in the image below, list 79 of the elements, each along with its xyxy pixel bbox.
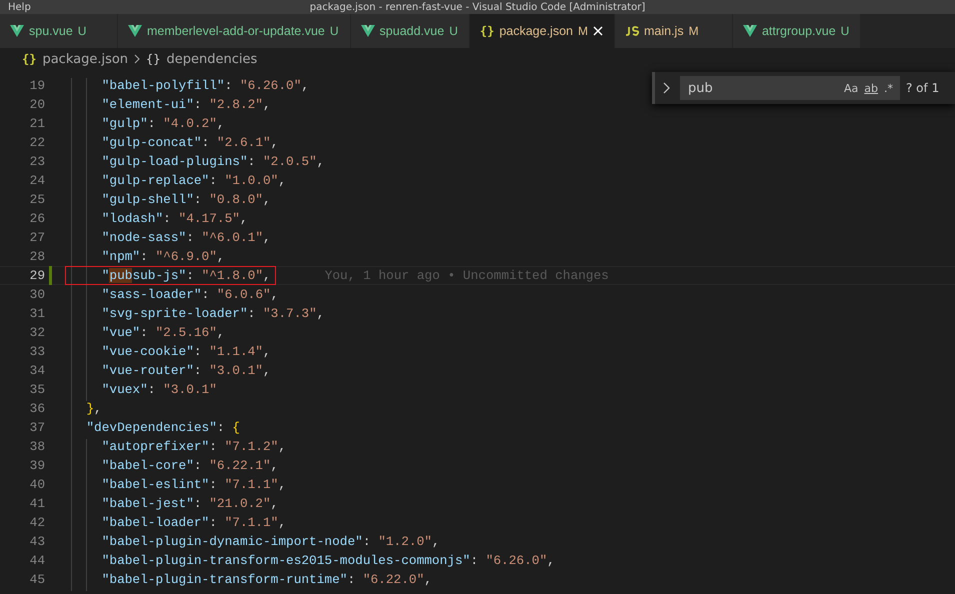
- vue-icon: [10, 25, 24, 37]
- line-number: 38: [28, 439, 45, 454]
- code-line: },: [85, 401, 102, 416]
- line-number: 25: [28, 192, 45, 207]
- code-line: "autoprefixer": "7.1.2",: [100, 439, 286, 454]
- breadcrumb-item[interactable]: package.json: [42, 52, 128, 66]
- line-number: 26: [28, 211, 45, 226]
- code-line: "babel-core": "6.22.1",: [100, 458, 278, 473]
- search-option[interactable]: ab: [861, 82, 881, 94]
- code-line: "gulp-concat": "2.6.1",: [100, 135, 278, 150]
- code-line: "svg-sprite-loader": "3.7.3",: [100, 306, 324, 321]
- line-number: 45: [28, 572, 45, 587]
- editor-tab[interactable]: {} package.json M: [470, 14, 615, 48]
- editor-tab[interactable]: spu.vue U: [0, 14, 118, 48]
- line-number: 40: [28, 477, 45, 492]
- code-line: "gulp-shell": "0.8.0",: [100, 192, 271, 207]
- line-number: 31: [28, 306, 45, 321]
- code-line: "babel-polyfill": "6.26.0",: [100, 78, 310, 93]
- code-line: "babel-plugin-transform-runtime": "6.22.0",: [100, 572, 432, 587]
- editor-tab[interactable]: main.js M: [614, 14, 733, 48]
- line-number: 43: [28, 534, 45, 549]
- braces-icon: {}: [480, 24, 494, 38]
- line-number: 41: [28, 496, 45, 511]
- code-line: "babel-plugin-dynamic-import-node": "1.2.0",: [100, 534, 440, 549]
- code-line: "gulp": "4.0.2",: [100, 116, 225, 131]
- search-option[interactable]: .*: [881, 82, 896, 94]
- line-number: 32: [28, 325, 45, 340]
- line-number: 29: [28, 268, 45, 283]
- js-icon: [624, 26, 639, 36]
- match-count: ? of 1: [906, 81, 940, 95]
- code-line: "gulp-replace": "1.0.0",: [100, 173, 286, 188]
- line-number: 44: [28, 553, 45, 568]
- line-number: 39: [28, 458, 45, 473]
- line-number: 28: [28, 249, 45, 264]
- line-number: 34: [28, 363, 45, 378]
- editor-tab[interactable]: spuadd.vue U: [350, 14, 470, 48]
- editor-tab[interactable]: attrgroup.vue U: [732, 14, 862, 48]
- search-field[interactable]: pub Aa ab .*: [680, 76, 900, 100]
- line-number: 42: [28, 515, 45, 530]
- blame-annotation: You, 1 hour ago • Uncommitted changes: [324, 268, 609, 283]
- code-line: "babel-jest": "21.0.2",: [100, 496, 278, 511]
- line-number: 35: [28, 382, 45, 397]
- vue-icon: [360, 25, 375, 37]
- line-number: 27: [28, 230, 45, 245]
- line-number: 20: [28, 97, 45, 112]
- close-icon[interactable]: [592, 26, 603, 36]
- vue-icon: [128, 25, 142, 37]
- object-icon: {}: [146, 52, 160, 66]
- line-number: 22: [28, 135, 45, 150]
- code-line: "vue-cookie": "1.1.4",: [100, 344, 271, 359]
- code-line: "babel-eslint": "7.1.1",: [100, 477, 286, 492]
- code-line: "babel-plugin-transform-es2015-modules-commonjs": "6.26.0",: [100, 553, 555, 568]
- window-title: package.json - renren-fast-vue - Visual Studio Code [Administrator]: [310, 2, 646, 12]
- line-number: 37: [28, 420, 45, 435]
- code-line: "npm": "^6.9.0",: [100, 249, 225, 264]
- code-line: "devDependencies": {: [85, 420, 240, 435]
- code-line: "sass-loader": "6.0.6",: [100, 287, 278, 302]
- line-number: 36: [28, 401, 45, 416]
- code-line: "vuex": "3.0.1": [100, 382, 217, 397]
- code-line: "vue-router": "3.0.1",: [100, 363, 271, 378]
- line-number: 23: [28, 154, 45, 169]
- breadcrumb-item[interactable]: dependencies: [166, 52, 258, 66]
- code-line: "node-sass": "^6.0.1",: [100, 230, 271, 245]
- code-line: "lodash": "4.17.5",: [100, 211, 248, 226]
- code-line: "gulp-load-plugins": "2.0.5",: [100, 154, 324, 169]
- menu-item[interactable]: Help: [0, 2, 31, 12]
- code-line: "vue": "2.5.16",: [100, 325, 225, 340]
- json-icon: {}: [22, 52, 36, 66]
- line-number: 24: [28, 173, 45, 188]
- vue-icon: [742, 25, 757, 37]
- editor-tab[interactable]: memberlevel-add-or-update.vue U: [118, 14, 351, 48]
- chevron-icon: [134, 54, 140, 64]
- line-number: 33: [28, 344, 45, 359]
- line-number: 21: [28, 116, 45, 131]
- code-line: "element-ui": "2.8.2",: [100, 97, 271, 112]
- code-line: "babel-loader": "7.1.1",: [100, 515, 286, 530]
- search-option[interactable]: Aa: [841, 82, 862, 94]
- line-number: 30: [28, 287, 45, 302]
- line-number: 19: [28, 78, 45, 93]
